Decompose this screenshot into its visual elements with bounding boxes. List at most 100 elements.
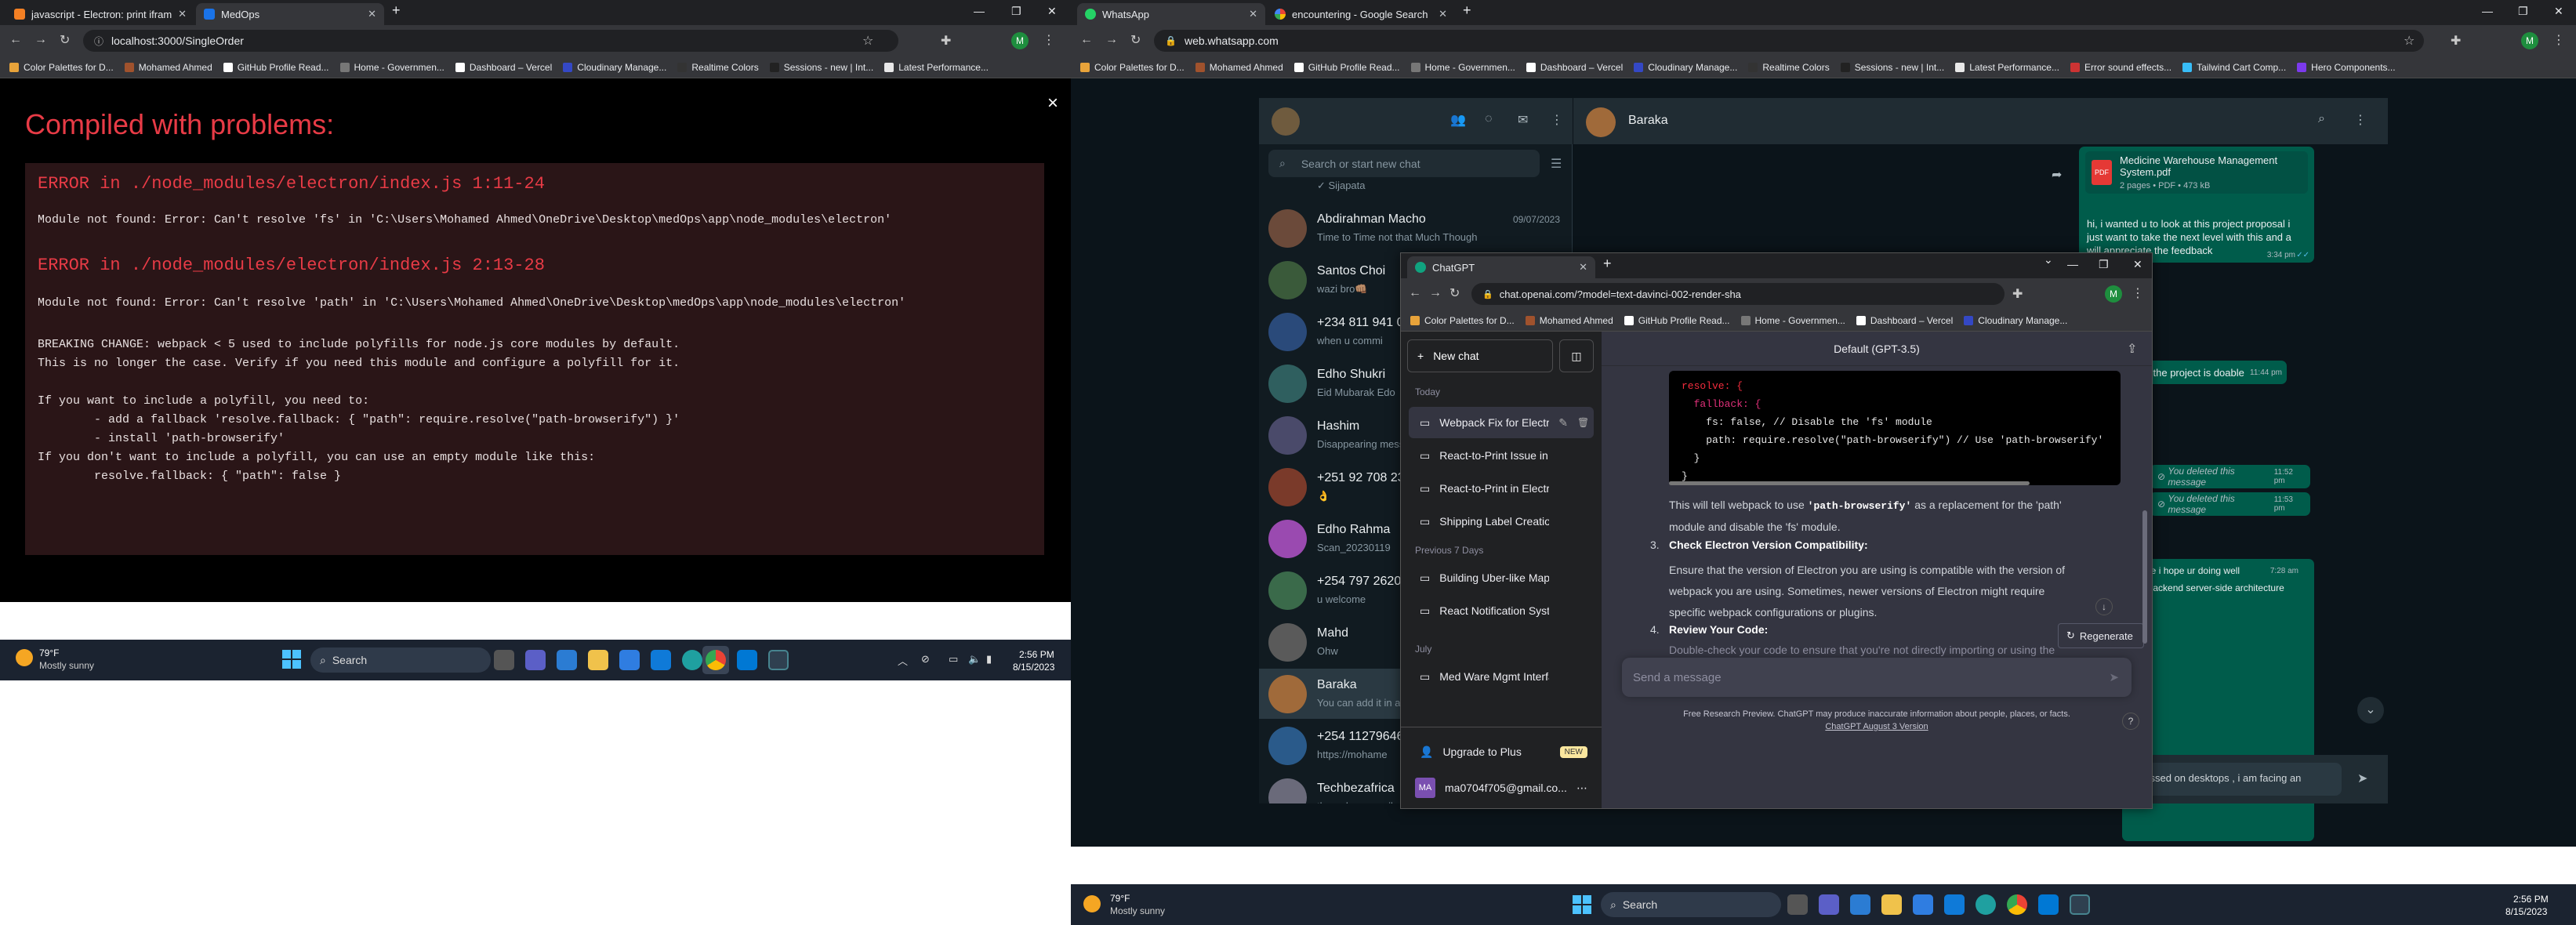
bookmark-item[interactable]: Dashboard – Vercel [1856, 315, 1953, 326]
tray-chevron-icon[interactable]: ︿ [898, 653, 908, 668]
bookmark-item[interactable]: Mohamed Ahmed [124, 62, 212, 73]
extensions-icon[interactable]: ✚ [2012, 286, 2023, 302]
close-tab-icon[interactable]: ✕ [368, 8, 376, 20]
new-tab-icon[interactable]: + [1603, 256, 1612, 272]
tab-search-icon[interactable]: ⌄ [2044, 253, 2053, 267]
electron-app-icon[interactable] [2070, 894, 2090, 915]
edge-icon[interactable] [682, 650, 702, 670]
clock-date[interactable]: 8/15/2023 [1013, 662, 1054, 673]
address-bar[interactable]: 🔒 web.whatsapp.com [1154, 30, 2424, 52]
network-icon[interactable]: ⊘ [921, 653, 930, 666]
send-icon[interactable]: ➤ [2109, 670, 2119, 684]
taskbar-search[interactable]: ⌕ Search [310, 648, 491, 673]
vscode-icon[interactable] [2038, 894, 2059, 915]
extensions-icon[interactable]: ✚ [941, 33, 951, 49]
task-view-icon[interactable] [1787, 894, 1808, 915]
teams-icon[interactable] [1819, 894, 1839, 915]
mail-icon[interactable] [1944, 894, 1965, 915]
task-view-icon[interactable] [494, 650, 514, 670]
document-message[interactable]: PDF Medicine Warehouse Management System… [2079, 147, 2314, 263]
forward-icon[interactable]: ➦ [2052, 167, 2062, 183]
edit-icon[interactable]: ✎ [1558, 416, 1568, 430]
edge-icon[interactable] [1976, 894, 1996, 915]
forward-icon[interactable]: → [1105, 33, 1118, 47]
share-icon[interactable]: ⇪ [2127, 341, 2137, 357]
bookmark-star-icon[interactable]: ☆ [862, 33, 873, 49]
maximize-icon[interactable]: ❐ [1011, 5, 1021, 18]
store-icon[interactable] [619, 650, 640, 670]
upgrade-plus-button[interactable]: 👤 Upgrade to Plus NEW [1409, 736, 1594, 767]
close-window-icon[interactable]: ✕ [2133, 258, 2142, 271]
menu-icon[interactable]: ⋮ [2132, 285, 2144, 301]
scroll-down-icon[interactable]: ↓ [2095, 598, 2113, 615]
minimize-icon[interactable]: — [2482, 5, 2493, 17]
battery-icon[interactable]: ▮ [986, 653, 992, 666]
sidebar-toggle-icon[interactable]: ◫ [1559, 339, 1594, 372]
windows-start-icon[interactable] [282, 650, 301, 669]
close-tab-icon[interactable]: ✕ [1579, 261, 1587, 274]
model-title[interactable]: Default (GPT-3.5) [1602, 332, 2152, 366]
menu-icon[interactable]: ⋮ [1043, 32, 1055, 48]
vscode-icon[interactable] [737, 650, 757, 670]
electron-app-icon[interactable] [768, 650, 789, 670]
help-icon[interactable]: ? [2122, 713, 2139, 730]
taskbar-search[interactable]: ⌕ Search [1601, 892, 1781, 917]
bookmark-item[interactable]: Realtime Colors [677, 62, 759, 73]
new-chat-icon[interactable]: ✉ [1518, 112, 1528, 128]
profile-avatar[interactable]: M [2521, 32, 2538, 49]
address-bar[interactable]: 🔒 chat.openai.com/?model=text-davinci-00… [1471, 283, 2005, 305]
conversation-item[interactable]: ▭Building Uber-like Mapping S [1409, 562, 1594, 593]
conversation-item[interactable]: ▭Shipping Label Creation Guid [1409, 506, 1594, 537]
code-scrollbar[interactable] [1669, 481, 2030, 485]
filter-icon[interactable]: ☰ [1551, 156, 1562, 172]
bookmark-item[interactable]: Dashboard – Vercel [455, 62, 552, 73]
close-window-icon[interactable]: ✕ [1047, 5, 1057, 18]
account-menu[interactable]: MA ma0704f705@gmail.co... ⋯ [1409, 772, 1594, 803]
bookmark-item[interactable]: Mohamed Ahmed [1195, 62, 1283, 73]
reload-icon[interactable]: ↻ [60, 32, 70, 48]
bookmark-item[interactable]: Home - Governmen... [339, 62, 444, 73]
regenerate-button[interactable]: ↻ Regenerate [2058, 623, 2144, 648]
minimize-icon[interactable]: — [974, 5, 985, 17]
bookmark-item[interactable]: Mohamed Ahmed [1525, 315, 1613, 326]
communities-icon[interactable]: 👥 [1450, 112, 1466, 128]
store-icon[interactable] [1913, 894, 1933, 915]
clock-time[interactable]: 2:56 PM [2513, 894, 2549, 905]
close-window-icon[interactable]: ✕ [2554, 5, 2563, 18]
new-chat-button[interactable]: + New chat [1407, 339, 1553, 372]
profile-avatar[interactable]: M [2105, 285, 2122, 303]
status-icon[interactable]: ◌ [1485, 112, 1493, 126]
file-explorer-icon[interactable] [588, 650, 608, 670]
chat-scrollbar[interactable] [2142, 510, 2147, 644]
back-icon[interactable]: ← [1409, 286, 1421, 300]
bookmark-item[interactable]: Realtime Colors [1748, 62, 1830, 73]
scroll-down-icon[interactable]: ⌄ [2357, 697, 2384, 724]
teams-icon[interactable] [525, 650, 546, 670]
menu-icon[interactable]: ⋮ [2552, 32, 2565, 48]
menu-icon[interactable]: ⋮ [1551, 112, 1563, 128]
bookmark-item[interactable]: GitHub Profile Read... [223, 62, 329, 73]
forward-icon[interactable]: → [1429, 286, 1442, 300]
bookmark-item[interactable]: Color Palettes for D... [1080, 62, 1185, 73]
back-icon[interactable]: ← [9, 33, 22, 47]
widgets-icon[interactable] [557, 650, 577, 670]
mail-icon[interactable] [651, 650, 671, 670]
conversation-item[interactable]: ▭React-to-Print in Electron [1409, 473, 1594, 504]
bookmark-item[interactable]: Error sound effects... [2070, 62, 2171, 73]
document-card[interactable]: PDF Medicine Warehouse Management System… [2085, 151, 2308, 194]
bookmark-item[interactable]: Sessions - new | Int... [769, 62, 873, 73]
bookmark-item[interactable]: Hero Components... [2297, 62, 2396, 73]
clock-time[interactable]: 2:56 PM [1019, 649, 1054, 660]
bookmark-item[interactable]: GitHub Profile Read... [1293, 62, 1400, 73]
tab-medops[interactable]: MedOps ✕ [196, 3, 384, 25]
chat-list-item[interactable]: Abdirahman Macho Time to Time not that Mu… [1259, 203, 1573, 253]
bookmark-item[interactable]: GitHub Profile Read... [1624, 315, 1730, 326]
deleted-message[interactable]: ⊘ You deleted this message 11:53 pm [2150, 492, 2310, 516]
maximize-icon[interactable]: ❐ [2099, 258, 2109, 271]
volume-icon[interactable]: 🔈 [968, 653, 981, 666]
search-icon[interactable]: ⌕ [2318, 112, 2325, 126]
widgets-icon[interactable] [1850, 894, 1870, 915]
tab-google-search[interactable]: encountering - Google Search ✕ [1267, 3, 1455, 25]
bookmark-item[interactable]: Color Palettes for D... [9, 62, 114, 73]
message-bubble[interactable]: So the project is doable 11:44 pm [2130, 361, 2287, 384]
